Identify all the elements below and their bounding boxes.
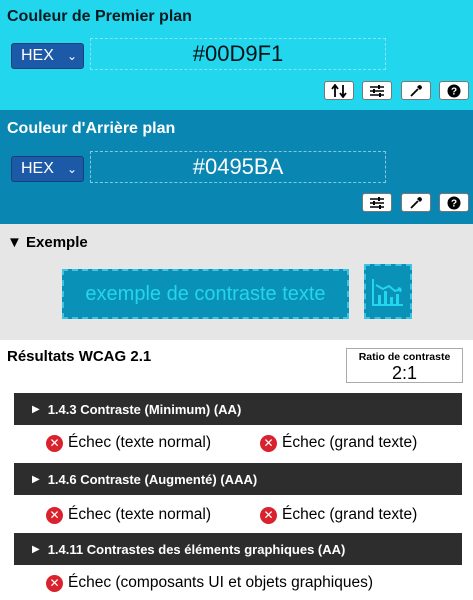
svg-text:?: ? [451,198,457,209]
triangle-right-icon: ▶ [32,543,40,555]
fail-icon: ✕ [46,434,63,452]
criterion-title: 1.4.11 Contrastes des éléments graphique… [47,541,346,557]
fail-icon: ✕ [46,574,63,592]
eyedropper-icon [410,196,422,209]
result-label: Échec (grand texte) [282,434,418,451]
result-label: Échec (texte normal) [68,434,211,451]
result-label: Échec (grand texte) [282,506,418,523]
criterion-title: 1.4.3 Contraste (Minimum) (AA) [47,401,242,417]
result-item: ✕ Échec (grand texte) [260,506,417,524]
chevron-down-icon: ⌄ [66,49,77,63]
sample-graphic-preview [364,264,412,319]
criterion-1-4-6[interactable]: ▶ 1.4.6 Contraste (Augmenté) (AAA) [14,463,462,495]
fail-icon: ✕ [260,434,277,452]
triangle-right-icon: ▶ [32,473,40,485]
foreground-title: Couleur de Premier plan [7,8,192,25]
swap-colors-button[interactable] [324,81,354,100]
result-item: ✕ Échec (composants UI et objets graphiq… [46,574,373,592]
foreground-panel: Couleur de Premier plan HEX ⌄ #00D9F1 ? [0,0,473,110]
background-help-button[interactable]: ? [439,193,469,212]
sliders-icon [370,84,384,97]
help-icon: ? [447,196,461,209]
result-label: Échec (composants UI et objets graphique… [68,574,373,591]
result-item: ✕ Échec (grand texte) [260,434,417,452]
triangle-right-icon: ▶ [32,403,40,415]
background-title: Couleur d'Arrière plan [7,120,176,137]
foreground-adjust-button[interactable] [362,81,392,100]
help-icon: ? [447,84,461,97]
contrast-ratio-value: 2:1 [391,363,418,383]
example-toggle[interactable]: ▼ Exemple [7,234,88,251]
fail-icon: ✕ [46,506,63,524]
eyedropper-icon [410,84,422,97]
example-title-label: Exemple [26,234,88,251]
foreground-help-button[interactable]: ? [439,81,469,100]
fail-icon: ✕ [260,506,277,524]
sample-text-preview: exemple de contraste texte [62,269,349,319]
criterion-title: 1.4.6 Contraste (Augmenté) (AAA) [47,471,258,487]
background-panel: Couleur d'Arrière plan HEX ⌄ #0495BA ? [0,110,473,224]
svg-text:?: ? [451,86,457,97]
triangle-down-icon: ▼ [7,234,22,251]
foreground-eyedropper-button[interactable] [401,81,431,100]
foreground-hex-input[interactable]: #00D9F1 [90,38,386,70]
foreground-format-value: HEX [21,47,54,64]
sliders-icon [370,196,384,209]
criterion-1-4-3[interactable]: ▶ 1.4.3 Contraste (Minimum) (AA) [14,393,462,425]
chart-icon [372,278,403,306]
background-format-value: HEX [21,160,54,177]
foreground-format-select[interactable]: HEX ⌄ [11,43,84,69]
criterion-1-4-11[interactable]: ▶ 1.4.11 Contrastes des éléments graphiq… [14,533,462,565]
result-item: ✕ Échec (texte normal) [46,434,211,452]
background-eyedropper-button[interactable] [401,193,431,212]
background-hex-input[interactable]: #0495BA [90,151,386,183]
results-title: Résultats WCAG 2.1 [7,348,152,365]
result-label: Échec (texte normal) [68,506,211,523]
swap-icon [331,83,347,98]
example-section: ▼ Exemple exemple de contraste texte [0,224,473,340]
result-item: ✕ Échec (texte normal) [46,506,211,524]
contrast-ratio-label: Ratio de contraste [358,351,451,363]
chevron-down-icon: ⌄ [66,162,77,176]
background-adjust-button[interactable] [362,193,392,212]
contrast-ratio-box: Ratio de contraste 2:1 [346,348,463,383]
background-format-select[interactable]: HEX ⌄ [11,156,84,182]
